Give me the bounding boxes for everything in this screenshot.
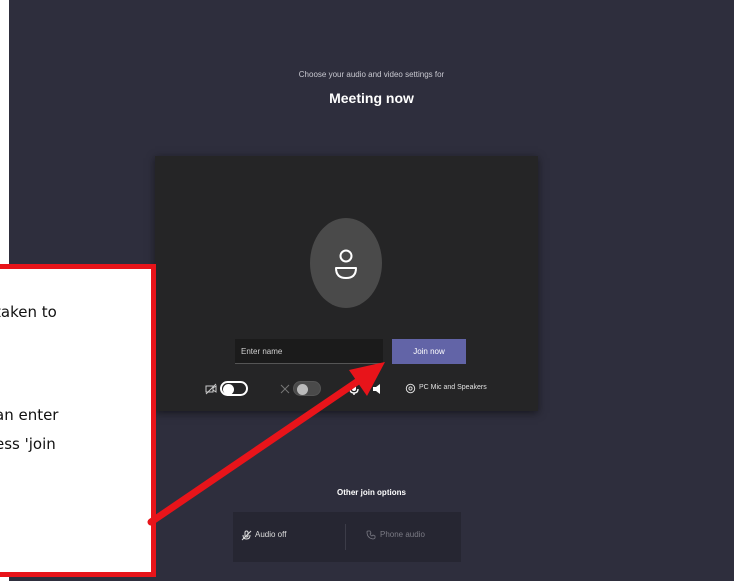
screenshot-stage: Choose your audio and video settings for… (0, 0, 734, 581)
red-arrow (147, 362, 385, 526)
